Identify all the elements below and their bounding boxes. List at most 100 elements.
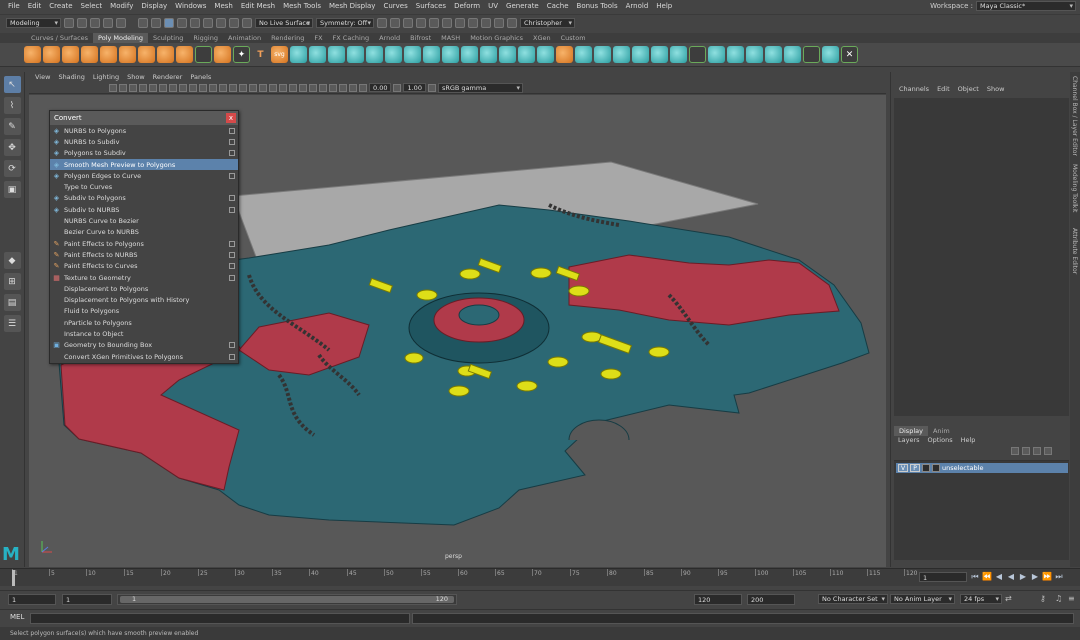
reduce-icon[interactable] [784,46,801,63]
move-layer-up-icon[interactable] [1011,447,1019,455]
menu-modify[interactable]: Modify [106,2,137,10]
start-time-field[interactable]: 1 [8,594,56,605]
paint-select-icon[interactable]: ✎ [3,118,21,135]
fill-hole-icon[interactable] [442,46,459,63]
poly-torus-icon[interactable] [100,46,117,63]
camera-attributes-icon[interactable] [119,83,127,92]
viewport-menu-view[interactable]: View [31,73,54,81]
render-settings-icon[interactable] [429,18,439,28]
poly-cone-icon[interactable] [81,46,98,63]
uv-editor-icon[interactable] [556,46,573,63]
xray-components-icon[interactable] [349,83,357,92]
poly-pyramid-icon[interactable] [176,46,193,63]
time-slider[interactable]: 1 5 10 15 20 25 30 35 40 45 50 55 60 65 70 75 80 85 90 95 10… [0,568,1080,586]
convert-item-instance-to-object[interactable]: Instance to Object [50,328,238,339]
construction-history-icon[interactable] [377,18,387,28]
convert-item-nurbs-to-subdiv[interactable]: ◈ NURBS to Subdiv [50,136,238,147]
channel-box-menu-show[interactable]: Show [983,85,1009,93]
go-to-start-icon[interactable]: ⏮ [970,571,980,582]
option-box-icon[interactable] [229,342,235,349]
layer-color-swatch[interactable] [922,464,930,472]
convert-item-displacement-to-polygons-with-history[interactable]: Displacement to Polygons with History [50,294,238,305]
live-surface-field[interactable]: No Live Surface [255,18,313,28]
menu-display[interactable]: Display [137,2,171,10]
shelf-tab-custom[interactable]: Custom [556,33,591,43]
fps-dropdown[interactable]: 24 fps [960,594,1002,604]
convert-item-texture-to-geometry[interactable]: ▦ Texture to Geometry [50,272,238,283]
convert-item-bezier-curve-to-nurbs[interactable]: Bezier Curve to NURBS [50,227,238,238]
convert-item-nurbs-curve-to-bezier[interactable]: NURBS Curve to Bezier [50,215,238,226]
option-box-icon[interactable] [229,172,235,179]
merge-icon[interactable] [461,46,478,63]
image-plane-icon[interactable] [139,83,147,92]
menu-mesh[interactable]: Mesh [210,2,236,10]
outliner-layout-icon[interactable]: ☰ [3,315,21,332]
channel-box-area[interactable] [894,98,1069,416]
platonic-solid-icon[interactable] [157,46,174,63]
workspace-dropdown[interactable]: Maya Classic* [976,1,1076,11]
step-back-key-icon[interactable]: ⏪ [982,571,992,582]
field-chart-icon[interactable] [189,83,197,92]
hypershade-icon[interactable] [442,18,452,28]
shelf-tab-bifrost[interactable]: Bifrost [405,33,436,43]
menu-surfaces[interactable]: Surfaces [412,2,450,10]
view-transform-dropdown[interactable]: sRGB gamma [437,82,523,93]
connect-icon[interactable] [651,46,668,63]
menu-file[interactable]: File [4,2,24,10]
shelf-tab-fx-caching[interactable]: FX Caching [328,33,375,43]
select-tool-icon[interactable]: ↖ [3,76,21,93]
wireframe-on-shaded-icon[interactable] [239,83,247,92]
play-backwards-icon[interactable]: ◀ [1006,571,1016,582]
mirror-icon[interactable] [347,46,364,63]
boolean-intersection-icon[interactable] [404,46,421,63]
side-tab-modeling-toolkit[interactable]: Modeling Toolkit [1071,164,1078,212]
undo-icon[interactable] [103,18,113,28]
select-object-icon[interactable] [151,18,161,28]
menu-generate[interactable]: Generate [502,2,543,10]
sphere-star-icon[interactable] [214,46,231,63]
new-layer-selected-icon[interactable] [1044,447,1052,455]
menu-cache[interactable]: Cache [543,2,573,10]
smooth-icon[interactable] [328,46,345,63]
convert-item-displacement-to-polygons[interactable]: Displacement to Polygons [50,283,238,294]
channel-box-menu-channels[interactable]: Channels [895,85,933,93]
menu-uv[interactable]: UV [484,2,502,10]
symmetry-dropdown[interactable]: Symmetry: Off [316,18,374,28]
exposure-field[interactable]: 0.00 [369,83,392,92]
two-pane-layout-icon[interactable]: ▤ [3,294,21,311]
shelf-tab-mash[interactable]: MASH [436,33,465,43]
menu-set-dropdown[interactable]: Modeling [6,18,61,28]
convert-item-convert-xgen-primitives-to-polygons[interactable]: Convert XGen Primitives to Polygons [50,351,238,362]
camera-select-icon[interactable] [109,83,117,92]
move-layer-down-icon[interactable] [1022,447,1030,455]
combine-icon[interactable] [290,46,307,63]
option-box-icon[interactable] [229,274,235,281]
shelf-tab-motion-graphics[interactable]: Motion Graphics [465,33,528,43]
convert-item-geometry-to-bounding-box[interactable]: ▣ Geometry to Bounding Box [50,340,238,351]
option-box-icon[interactable] [229,127,235,134]
channel-box-menu-edit[interactable]: Edit [933,85,954,93]
svg-tool-icon[interactable]: svg [271,46,288,63]
snap-plane-icon[interactable] [216,18,226,28]
step-forward-key-icon[interactable]: ⏩ [1042,571,1052,582]
convert-item-polygon-edges-to-curve[interactable]: ◈ Polygon Edges to Curve [50,170,238,181]
menu-mesh-tools[interactable]: Mesh Tools [279,2,325,10]
open-scene-icon[interactable] [77,18,87,28]
safe-action-icon[interactable] [199,83,207,92]
layer-tab-display[interactable]: Display [894,426,928,436]
menu-curves[interactable]: Curves [379,2,411,10]
new-empty-layer-icon[interactable] [1033,447,1041,455]
side-tab-attribute-editor[interactable]: Attribute Editor [1071,228,1078,274]
range-slider[interactable]: 1 120 [117,594,457,605]
cleanup-icon[interactable] [765,46,782,63]
select-component-icon[interactable] [164,18,174,28]
wireframe-icon[interactable] [219,83,227,92]
play-forwards-icon[interactable]: ▶ [1018,571,1028,582]
viewport-menu-lighting[interactable]: Lighting [89,73,123,81]
render-view-icon[interactable] [390,18,400,28]
convert-item-subdiv-to-polygons[interactable]: ◈ Subdiv to Polygons [50,193,238,204]
user-dropdown[interactable]: Christopher [520,18,575,28]
convert-menu-titlebar[interactable]: Convert x [50,111,238,125]
menu-arnold[interactable]: Arnold [622,2,653,10]
convert-item-nparticle-to-polygons[interactable]: nParticle to Polygons [50,317,238,328]
